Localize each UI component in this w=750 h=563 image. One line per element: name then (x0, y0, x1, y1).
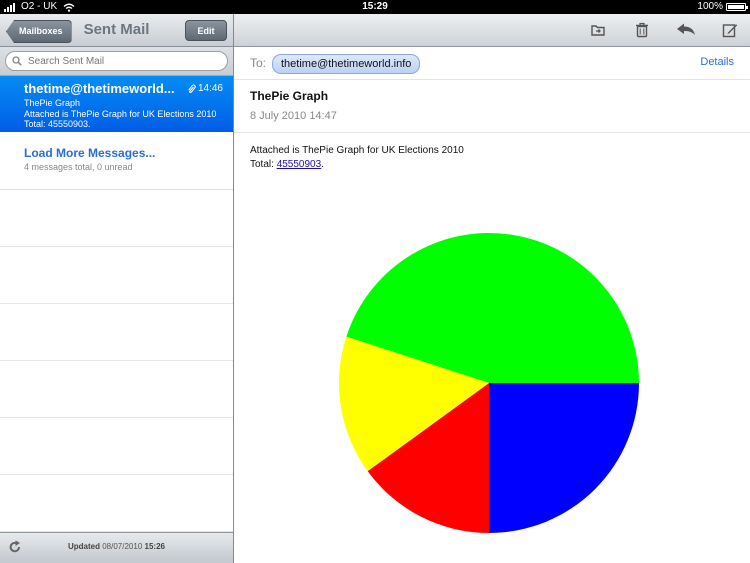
clock: 15:29 (362, 1, 388, 12)
message-header: ThePie Graph 8 July 2010 14:47 (234, 80, 750, 133)
search-field[interactable] (5, 51, 228, 71)
battery-percent: 100% (697, 1, 723, 12)
search-bar (0, 47, 233, 76)
search-icon (12, 56, 22, 66)
mailbox-bottom-bar: Updated 08/07/2010 15:26 (0, 532, 233, 563)
trash-icon[interactable] (634, 22, 650, 38)
message-pane: To: thetime@thetimeworld.info Details Th… (234, 14, 750, 563)
pie-chart (339, 233, 639, 533)
recipient-row: To: thetime@thetimeworld.info Details (234, 47, 750, 80)
status-right: 100% (697, 0, 748, 14)
message-subject: ThePie Graph (24, 98, 81, 108)
edit-button[interactable]: Edit (185, 20, 227, 41)
empty-list-row (0, 418, 233, 475)
battery-icon (726, 3, 748, 11)
body-period: . (321, 159, 324, 170)
updated-date: 08/07/2010 (102, 542, 143, 551)
move-to-folder-icon[interactable] (590, 22, 606, 38)
total-value-link[interactable]: 45550903 (277, 159, 322, 170)
message-list-item-selected[interactable]: thetime@thetimeworld... 14:46 ThePie Gra… (0, 76, 233, 132)
paperclip-icon (188, 84, 196, 93)
body-total-line: Total: 45550903. (250, 158, 464, 172)
message-time: 14:46 (197, 83, 223, 94)
load-more-item[interactable]: Load More Messages... 4 messages total, … (0, 132, 233, 190)
empty-list-row (0, 304, 233, 361)
mailbox-navbar: Mailboxes Sent Mail Edit (0, 14, 233, 47)
updated-time: 15:26 (144, 542, 165, 551)
load-more-label: Load More Messages... (24, 146, 156, 160)
message-sender: thetime@thetimeworld... (24, 81, 175, 96)
message-time-group: 14:46 (187, 83, 223, 94)
compose-icon[interactable] (722, 22, 738, 38)
empty-list-row (0, 247, 233, 304)
message-header-date: 8 July 2010 14:47 (250, 110, 337, 122)
updated-label: Updated (68, 542, 100, 551)
body-line: Attached is ThePie Graph for UK Election… (250, 145, 464, 156)
empty-list-row (0, 475, 233, 532)
status-bar: O2 - UK 15:29 100% (0, 0, 750, 14)
empty-list-row (0, 361, 233, 418)
mailbox-pane: Mailboxes Sent Mail Edit thetime@thetime… (0, 14, 234, 563)
message-body: Attached is ThePie Graph for UK Election… (250, 144, 464, 172)
details-link[interactable]: Details (700, 56, 734, 68)
load-more-count: 4 messages total, 0 unread (24, 162, 133, 172)
search-input[interactable] (26, 54, 210, 68)
empty-list-row (0, 190, 233, 247)
message-toolbar (234, 14, 750, 47)
message-header-subject: ThePie Graph (250, 89, 329, 103)
reply-icon[interactable] (676, 22, 696, 38)
to-label: To: (250, 56, 267, 70)
recipient-chip[interactable]: thetime@thetimeworld.info (272, 54, 421, 74)
updated-status: Updated 08/07/2010 15:26 (0, 542, 233, 551)
message-preview: Attached is ThePie Graph for UK Election… (24, 109, 217, 129)
pie-slice (489, 383, 639, 533)
total-label: Total: (250, 159, 274, 170)
